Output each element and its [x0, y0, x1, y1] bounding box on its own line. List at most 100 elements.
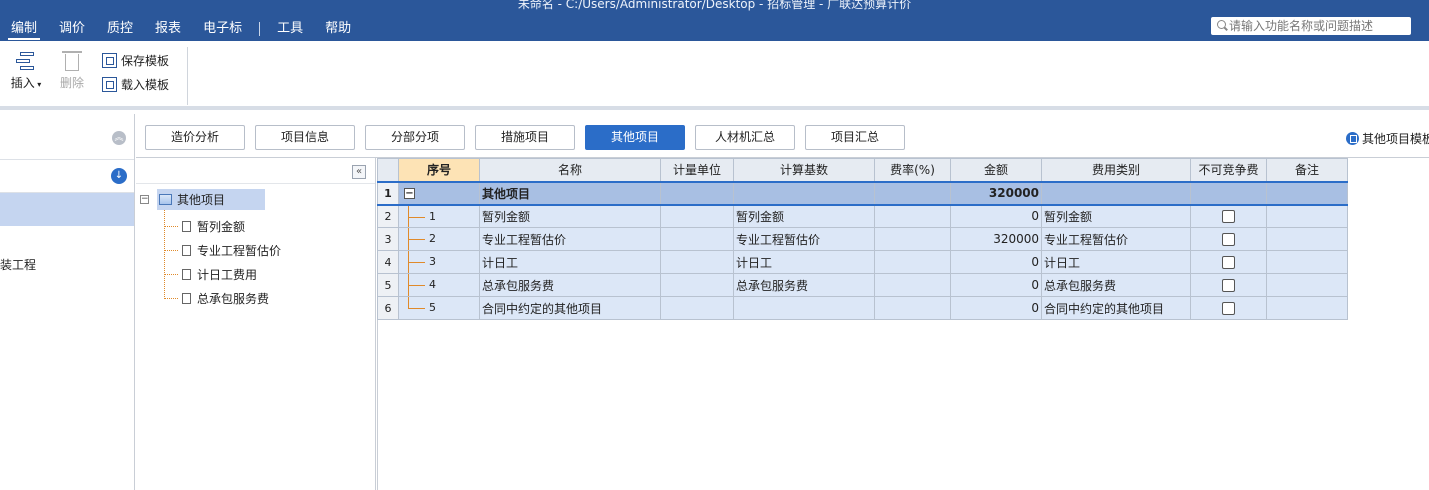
- category-cell[interactable]: 合同中约定的其他项目: [1041, 296, 1191, 320]
- table-row[interactable]: 6 5 合同中约定的其他项目 0 合同中约定的其他项目: [377, 296, 1348, 320]
- seq-cell[interactable]: 2: [398, 227, 480, 251]
- tree-root[interactable]: − 其他项目: [140, 189, 266, 210]
- table-row[interactable]: 5 4 总承包服务费 总承包服务费 0 总承包服务费: [377, 273, 1348, 297]
- amount-cell[interactable]: 0: [950, 296, 1042, 320]
- collapse-up-icon[interactable]: ︽: [112, 131, 126, 145]
- tab-labor-materials[interactable]: 人材机汇总: [695, 125, 795, 150]
- remark-cell[interactable]: [1266, 227, 1348, 251]
- project-tree-selected-row[interactable]: [0, 193, 134, 226]
- table-row[interactable]: 1 − 其他项目 320000: [377, 180, 1348, 206]
- col-header-name[interactable]: 名称: [479, 158, 661, 182]
- col-header-remark[interactable]: 备注: [1266, 158, 1348, 182]
- col-header-unit[interactable]: 计量单位: [660, 158, 734, 182]
- remark-cell[interactable]: [1266, 296, 1348, 320]
- tab-project-summary[interactable]: 项目汇总: [805, 125, 905, 150]
- rate-cell[interactable]: [874, 227, 951, 251]
- row-collapse-icon[interactable]: −: [404, 188, 415, 199]
- tree-item[interactable]: 专业工程暂估价: [164, 242, 281, 259]
- menu-item-bangzhu[interactable]: 帮助: [314, 18, 362, 40]
- base-cell[interactable]: 总承包服务费: [733, 273, 875, 297]
- remark-cell[interactable]: [1266, 250, 1348, 274]
- name-cell[interactable]: 合同中约定的其他项目: [479, 296, 661, 320]
- tab-other-items[interactable]: 其他项目: [585, 125, 685, 150]
- tree-collapse-icon[interactable]: −: [140, 195, 149, 204]
- collapse-left-icon[interactable]: «: [352, 165, 366, 179]
- base-cell[interactable]: 专业工程暂估价: [733, 227, 875, 251]
- tab-project-info[interactable]: 项目信息: [255, 125, 355, 150]
- tab-measures[interactable]: 措施项目: [475, 125, 575, 150]
- seq-cell[interactable]: −: [398, 180, 480, 206]
- col-header-noncompetitive[interactable]: 不可竞争费: [1190, 158, 1267, 182]
- menu-item-tiaojia[interactable]: 调价: [48, 18, 96, 40]
- noncompetitive-cell[interactable]: [1190, 180, 1267, 206]
- rate-cell[interactable]: [874, 250, 951, 274]
- tree-item[interactable]: 计日工费用: [164, 266, 257, 283]
- name-cell[interactable]: 计日工: [479, 250, 661, 274]
- category-cell[interactable]: 计日工: [1041, 250, 1191, 274]
- function-search[interactable]: [1211, 17, 1411, 35]
- noncompetitive-checkbox[interactable]: [1222, 209, 1235, 223]
- unit-cell[interactable]: [660, 180, 734, 206]
- amount-cell[interactable]: 320000: [950, 180, 1042, 206]
- other-items-template-link[interactable]: 其他项目模板: [1346, 130, 1429, 147]
- name-cell[interactable]: 其他项目: [479, 180, 661, 206]
- seq-cell[interactable]: 1: [398, 204, 480, 228]
- menu-item-baobiao[interactable]: 报表: [144, 18, 192, 40]
- category-cell[interactable]: [1041, 180, 1191, 206]
- rate-cell[interactable]: [874, 180, 951, 206]
- remark-cell[interactable]: [1266, 273, 1348, 297]
- unit-cell[interactable]: [660, 204, 734, 228]
- name-cell[interactable]: 总承包服务费: [479, 273, 661, 297]
- noncompetitive-checkbox[interactable]: [1222, 232, 1235, 246]
- insert-button[interactable]: 插入 ▾: [8, 51, 44, 91]
- name-cell[interactable]: 专业工程暂估价: [479, 227, 661, 251]
- menu-item-bianzhi[interactable]: 编制: [0, 18, 48, 40]
- rate-cell[interactable]: [874, 273, 951, 297]
- col-header-base[interactable]: 计算基数: [733, 158, 875, 182]
- unit-cell[interactable]: [660, 273, 734, 297]
- tab-cost-analysis[interactable]: 造价分析: [145, 125, 245, 150]
- search-input[interactable]: [1229, 18, 1407, 34]
- name-cell[interactable]: 暂列金额: [479, 204, 661, 228]
- seq-cell[interactable]: 3: [398, 250, 480, 274]
- unit-cell[interactable]: [660, 227, 734, 251]
- project-tree-item[interactable]: 装工程: [0, 256, 36, 273]
- menu-item-dianzibiao[interactable]: 电子标: [192, 18, 253, 40]
- download-icon[interactable]: ↓: [111, 168, 127, 184]
- table-row[interactable]: 4 3 计日工 计日工 0 计日工: [377, 250, 1348, 274]
- amount-cell[interactable]: 0: [950, 250, 1042, 274]
- tab-sub-items[interactable]: 分部分项: [365, 125, 465, 150]
- base-cell[interactable]: [733, 296, 875, 320]
- unit-cell[interactable]: [660, 296, 734, 320]
- amount-cell[interactable]: 0: [950, 273, 1042, 297]
- menu-item-gongju[interactable]: 工具: [266, 18, 314, 40]
- base-cell[interactable]: 计日工: [733, 250, 875, 274]
- col-header-seq[interactable]: 序号: [398, 158, 480, 182]
- rate-cell[interactable]: [874, 296, 951, 320]
- seq-cell[interactable]: 4: [398, 273, 480, 297]
- category-cell[interactable]: 总承包服务费: [1041, 273, 1191, 297]
- tree-item[interactable]: 暂列金额: [164, 218, 245, 235]
- remark-cell[interactable]: [1266, 204, 1348, 228]
- category-cell[interactable]: 暂列金额: [1041, 204, 1191, 228]
- tree-item[interactable]: 总承包服务费: [164, 290, 269, 307]
- seq-cell[interactable]: 5: [398, 296, 480, 320]
- base-cell[interactable]: 暂列金额: [733, 204, 875, 228]
- save-template-button[interactable]: 保存模板: [102, 52, 169, 69]
- delete-button[interactable]: 删除: [57, 51, 87, 91]
- unit-cell[interactable]: [660, 250, 734, 274]
- noncompetitive-checkbox[interactable]: [1222, 301, 1235, 315]
- table-row[interactable]: 3 2 专业工程暂估价 专业工程暂估价 320000 专业工程暂估价: [377, 227, 1348, 251]
- category-cell[interactable]: 专业工程暂估价: [1041, 227, 1191, 251]
- amount-cell[interactable]: 320000: [950, 227, 1042, 251]
- col-header-amount[interactable]: 金额: [950, 158, 1042, 182]
- load-template-button[interactable]: 载入模板: [102, 76, 169, 93]
- noncompetitive-checkbox[interactable]: [1222, 255, 1235, 269]
- menu-item-zhikong[interactable]: 质控: [96, 18, 144, 40]
- table-row[interactable]: 2 1 暂列金额 暂列金额 0 暂列金额: [377, 204, 1348, 228]
- amount-cell[interactable]: 0: [950, 204, 1042, 228]
- remark-cell[interactable]: [1266, 180, 1348, 206]
- col-header-category[interactable]: 费用类别: [1041, 158, 1191, 182]
- col-header-rate[interactable]: 费率(%): [874, 158, 951, 182]
- rate-cell[interactable]: [874, 204, 951, 228]
